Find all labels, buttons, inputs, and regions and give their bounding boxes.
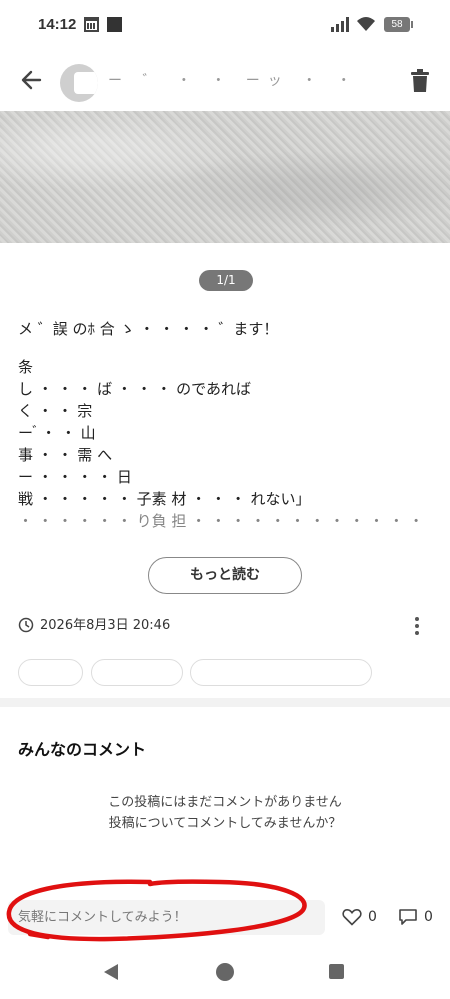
nav-back-icon[interactable]: [104, 964, 118, 980]
comment-button[interactable]: 0: [398, 906, 438, 930]
comment-input[interactable]: [8, 900, 325, 935]
post-line: ・ ・ ・ ・ ・ ・ り負 担 ・ ・ ・ ・ ・ ・ ・ ・ ・ ・ ・ ・…: [18, 512, 433, 530]
back-arrow-icon[interactable]: [18, 66, 46, 94]
post-line: く ・ ・ 宗: [18, 402, 93, 420]
calendar-icon: [84, 17, 99, 32]
clock-icon: [18, 617, 34, 633]
user-name[interactable]: ー ゛ ・ ・ ーッ ・ ・ ・ ・ ・ ﾕr: [108, 70, 368, 92]
image-pager: 1/1: [199, 270, 253, 291]
tag-chip[interactable]: [91, 659, 183, 686]
tag-chip[interactable]: [190, 659, 372, 686]
wifi-icon: [357, 17, 375, 31]
heart-icon: [342, 909, 362, 926]
post-line: 戦 ・ ・ ・ ・ ・ 子素 材 ・ ・ ・ れない」: [18, 490, 311, 508]
post-line: 条: [18, 358, 34, 376]
like-button[interactable]: 0: [342, 906, 382, 930]
empty-comments-message: この投稿にはまだコメントがありません 投稿についてコメントしてみませんか？: [0, 792, 450, 834]
like-count: 0: [368, 909, 377, 925]
comment-count: 0: [424, 909, 433, 925]
post-body: メ ゛誤 のﾎ 合 ゝ ・ ・ ・ ・ ゛ます！ 条 し ・ ・ ・ ば ・ ・…: [18, 318, 433, 532]
read-more-button[interactable]: もっと読む: [148, 557, 302, 594]
trash-icon[interactable]: [408, 68, 432, 94]
tag-chip[interactable]: [18, 659, 83, 686]
status-bar: 14:12 58: [0, 0, 450, 52]
post-line: ー ゙ ・ ・ 山: [18, 424, 96, 442]
signal-icon: [331, 17, 349, 32]
post-photo[interactable]: [0, 111, 450, 243]
system-nav-bar: [0, 952, 450, 999]
post-line: ー ・ ・ ・ ・ 日: [18, 468, 132, 486]
empty-line-1: この投稿にはまだコメントがありません: [108, 795, 342, 810]
avatar[interactable]: [60, 64, 98, 102]
empty-line-2: 投稿についてコメントしてみませんか？: [108, 816, 342, 831]
square-icon: [107, 17, 122, 32]
status-time: 14:12: [38, 16, 77, 33]
post-line: メ ゛誤 のﾎ 合 ゝ ・ ・ ・ ・ ゛ます！: [18, 320, 279, 338]
section-divider: [0, 698, 450, 707]
nav-home-icon[interactable]: [216, 963, 234, 981]
app-header: ー ゛ ・ ・ ーッ ・ ・ ・ ・ ・ ﾕr: [0, 52, 450, 110]
battery-icon: 58: [384, 17, 413, 32]
speech-bubble-icon: [399, 909, 417, 925]
post-line: 事 ・ ・ 需 へ: [18, 446, 113, 464]
nav-recents-icon[interactable]: [329, 964, 344, 979]
post-line: し ・ ・ ・ ば ・ ・ ・ のであれば: [18, 380, 251, 398]
post-date: 2026年8月3日 20:46: [40, 618, 171, 633]
comments-title: みんなのコメント: [18, 740, 147, 759]
more-options-icon[interactable]: [408, 614, 426, 638]
